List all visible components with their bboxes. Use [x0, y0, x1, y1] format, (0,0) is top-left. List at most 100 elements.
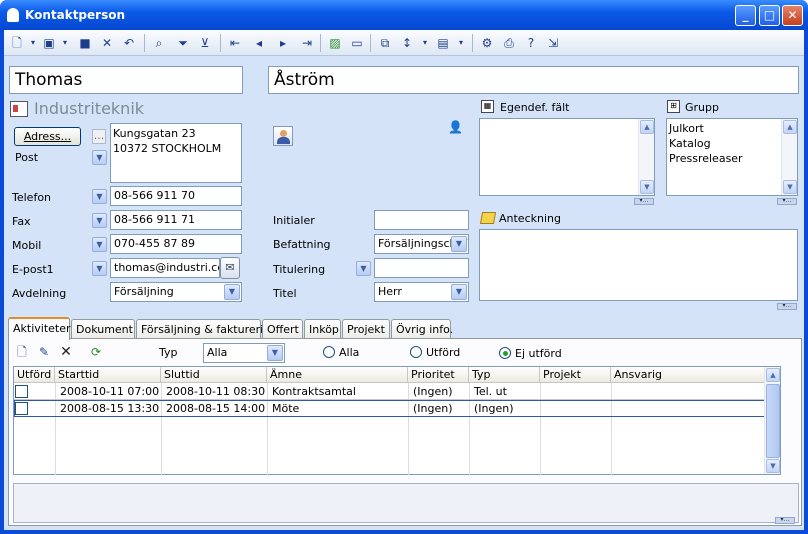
radio-alla[interactable] [323, 346, 335, 358]
preview-expand-button[interactable]: ▾… [775, 517, 795, 524]
grupp-expand-button[interactable]: ▾… [777, 198, 797, 205]
epost-field[interactable]: thomas@industri.com [110, 258, 220, 278]
radio-ej-utford[interactable] [499, 347, 511, 359]
titel-select[interactable]: Herr ▼ [374, 282, 469, 302]
tab-inkop[interactable]: Inköp [304, 319, 341, 339]
egendef-expand-button[interactable]: ▾… [634, 198, 654, 205]
screen-icon[interactable]: ▭ [348, 34, 366, 52]
mobil-field[interactable]: 070-455 87 89 [110, 234, 242, 254]
next-icon[interactable]: ▸ [274, 34, 292, 52]
telefon-field[interactable]: 08-566 911 70 [110, 186, 242, 206]
print-icon[interactable]: ⎙ [500, 34, 518, 52]
grupp-list[interactable]: Julkort Katalog Pressreleaser ▲ ▼ [666, 118, 798, 196]
address-type-dropdown[interactable]: ▼ [92, 150, 107, 165]
user-settings-icon[interactable]: 👤 [448, 120, 464, 136]
first-icon[interactable]: ⇤ [226, 34, 244, 52]
page-dropdown-icon[interactable]: ▾ [452, 34, 470, 52]
epost-type-dropdown[interactable]: ▼ [92, 261, 107, 276]
close-button[interactable]: ✕ [782, 5, 803, 26]
grupp-item[interactable]: Pressreleaser [669, 151, 795, 166]
column-header-projekt[interactable]: Projekt [540, 367, 611, 383]
title-bar[interactable]: Kontaktperson _ □ ✕ [0, 0, 808, 30]
titulering-dropdown[interactable]: ▼ [356, 261, 371, 276]
row-done-checkbox[interactable] [15, 402, 28, 415]
scrollbar[interactable]: ▲ ▼ [764, 367, 780, 474]
exit-icon[interactable]: ⇲ [544, 34, 562, 52]
column-header-prioritet[interactable]: Prioritet [408, 367, 469, 383]
company-name[interactable]: Industriteknik [34, 99, 144, 118]
copy-icon[interactable]: ⧉ [376, 34, 394, 52]
egendef-list[interactable]: ▲ ▼ [479, 118, 655, 196]
filter-icon[interactable]: ⏷ [174, 34, 192, 52]
delete-icon[interactable]: ✕ [98, 34, 116, 52]
table-row[interactable]: 2008-10-11 07:00 2008-10-11 08:30 Kontra… [14, 384, 776, 400]
scroll-thumb[interactable] [766, 384, 780, 458]
company-card-icon[interactable] [10, 101, 28, 117]
grupp-item[interactable]: Julkort [669, 121, 795, 136]
table-row[interactable]: 2008-08-15 13:30 2008-08-15 14:00 Möte (… [14, 400, 776, 417]
minimize-button[interactable]: _ [735, 5, 756, 26]
first-name-field[interactable]: Thomas [9, 66, 243, 94]
undo-icon[interactable]: ↶ [120, 34, 138, 52]
grupp-item[interactable]: Katalog [669, 136, 795, 151]
activities-table[interactable]: Utförd Starttid Sluttid Ämne Prioritet T… [13, 366, 781, 475]
column-header-starttid[interactable]: Starttid [55, 367, 161, 383]
tab-offert[interactable]: Offert [262, 319, 303, 339]
maximize-button[interactable]: □ [759, 5, 780, 26]
sort-dropdown-icon[interactable]: ▾ [416, 34, 434, 52]
save-icon[interactable]: ■ [76, 34, 94, 52]
typ-select[interactable]: Alla ▼ [203, 343, 285, 363]
tab-dokument[interactable]: Dokument [71, 319, 135, 339]
mobil-type-dropdown[interactable]: ▼ [92, 237, 107, 252]
address-box[interactable]: Kungsgatan 23 10372 STOCKHOLM [110, 123, 242, 183]
scroll-down-icon[interactable]: ▼ [783, 180, 797, 194]
address-more-button[interactable]: ... [92, 129, 106, 144]
last-name-field[interactable]: Åström [268, 66, 799, 94]
column-header-typ[interactable]: Typ [469, 367, 540, 383]
befattning-select[interactable]: Försäljningschef ▼ [374, 234, 469, 254]
chevron-down-icon[interactable]: ▼ [451, 236, 467, 252]
chevron-down-icon[interactable]: ▼ [451, 284, 467, 300]
column-header-amne[interactable]: Ämne [267, 367, 408, 383]
avdelning-select[interactable]: Försäljning ▼ [110, 282, 242, 302]
tab-forsaljning[interactable]: Försäljning & fakturering [136, 319, 277, 339]
tab-projekt[interactable]: Projekt [342, 319, 390, 339]
scroll-up-icon[interactable]: ▲ [640, 120, 654, 134]
anteckning-expand-button[interactable]: ▾… [777, 303, 797, 310]
filter-clear-icon[interactable]: ⊻ [196, 34, 214, 52]
new-activity-icon[interactable]: 🗋 [13, 343, 31, 361]
column-header-utford[interactable]: Utförd [14, 367, 55, 383]
scroll-up-icon[interactable]: ▲ [783, 120, 797, 134]
last-icon[interactable]: ⇥ [298, 34, 316, 52]
radio-ej-utford-label[interactable]: Ej utförd [515, 347, 562, 360]
radio-utford[interactable] [410, 346, 422, 358]
chevron-down-icon[interactable]: ▼ [224, 284, 240, 300]
scroll-down-icon[interactable]: ▼ [766, 459, 780, 473]
search-icon[interactable]: ⌕ [150, 34, 168, 52]
anteckning-field[interactable] [479, 229, 798, 301]
address-button[interactable]: Adress... [14, 127, 81, 146]
fax-type-dropdown[interactable]: ▼ [92, 213, 107, 228]
column-header-sluttid[interactable]: Sluttid [161, 367, 267, 383]
edit-activity-icon[interactable]: ✎ [35, 343, 53, 361]
help-icon[interactable]: ? [522, 34, 540, 52]
sort-icon[interactable]: ↕ [398, 34, 416, 52]
person-photo-icon[interactable] [273, 126, 293, 146]
fax-field[interactable]: 08-566 911 71 [110, 210, 242, 230]
telefon-type-dropdown[interactable]: ▼ [92, 189, 107, 204]
page-icon[interactable]: ▤ [434, 34, 452, 52]
column-header-ansvarig[interactable]: Ansvarig [611, 367, 765, 383]
scrollbar[interactable]: ▲ ▼ [781, 119, 797, 195]
prev-icon[interactable]: ◂ [250, 34, 268, 52]
chevron-down-icon[interactable]: ▼ [267, 345, 283, 361]
settings-icon[interactable]: ⚙ [478, 34, 496, 52]
initialer-field[interactable] [374, 210, 469, 230]
delete-activity-icon[interactable]: ✕ [57, 343, 75, 361]
image-icon[interactable]: ▨ [326, 34, 344, 52]
scroll-up-icon[interactable]: ▲ [766, 368, 780, 382]
radio-alla-label[interactable]: Alla [339, 346, 359, 359]
titulering-field[interactable] [374, 258, 469, 278]
send-mail-icon[interactable]: ✉ [220, 257, 240, 279]
folder-dropdown-icon[interactable]: ▾ [56, 34, 74, 52]
tab-ovrig-info[interactable]: Övrig info. [391, 319, 453, 339]
